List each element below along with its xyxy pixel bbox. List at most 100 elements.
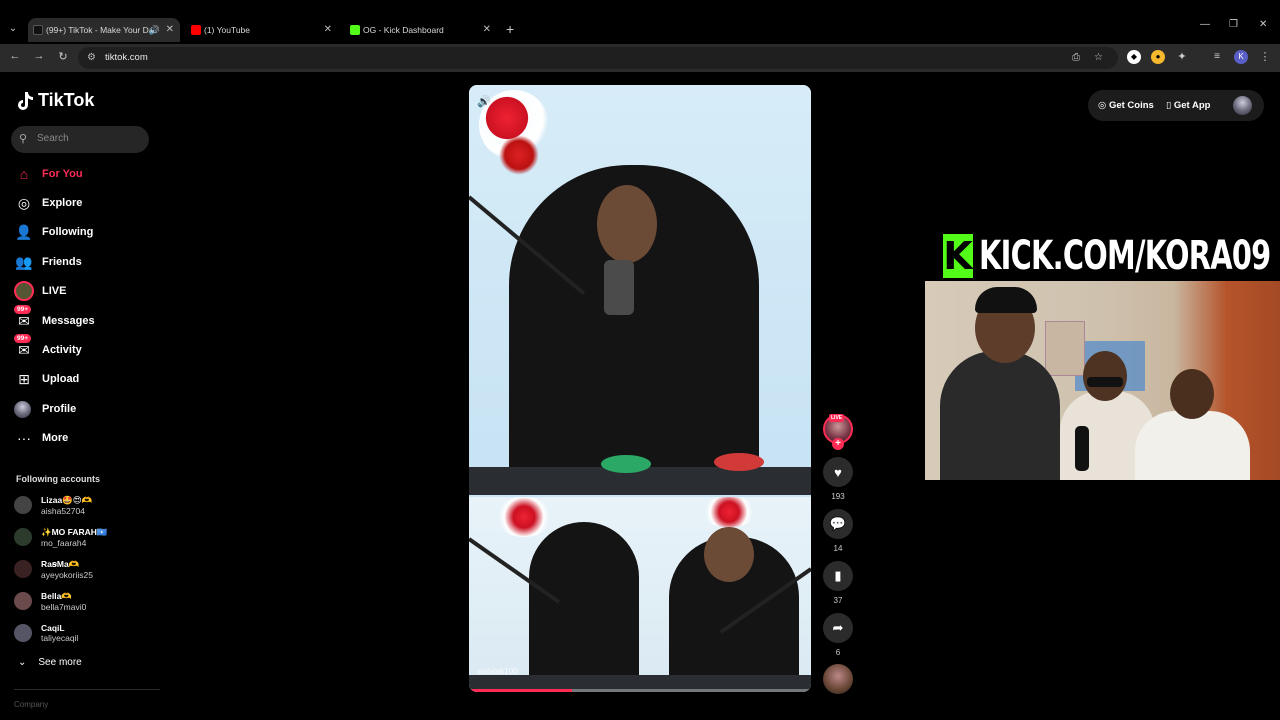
new-tab-button[interactable]: + [506,20,514,38]
close-tab-icon[interactable]: ✕ [483,18,491,42]
extension-coin-icon[interactable]: ● [1151,50,1165,64]
nav-friends[interactable]: 👥 Friends [14,251,81,273]
tiktok-note-icon [18,91,33,110]
address-bar[interactable]: ⚙ tiktok.com ⎙ ☆ [78,47,1118,69]
flower-decoration [699,497,759,527]
save-action[interactable]: ▮ 37 [823,561,853,605]
tab-label: (1) YouTube [204,25,250,35]
nav-activity[interactable]: ✉ 99+ Activity [14,334,82,361]
minimize-icon[interactable]: — [1200,19,1210,30]
nav-upload[interactable]: ⊞ Upload [14,368,79,390]
company-link[interactable]: Company [14,700,48,709]
guest-face [704,527,754,582]
account-name: CaqiL [41,623,65,633]
friends-icon: 👥 [15,253,33,270]
video-player[interactable]: 🔊 watalak100 [469,85,811,692]
close-tab-icon[interactable]: ✕ [324,18,332,42]
account-name: RaꞩMa🫶 [41,558,80,569]
shelf [1045,321,1085,376]
account-name: Lizaa🤩😍🫶 [41,494,93,505]
tiktok-logo[interactable]: TikTok [16,90,94,111]
nav-profile[interactable]: Profile [14,398,76,420]
get-app-label: Get App [1173,100,1211,111]
microphone [1075,426,1089,471]
comment-action[interactable]: 💬 14 [823,509,853,553]
kick-url-text: KICK.COM/KORA09 [979,233,1271,279]
account-name: ✨MO FARAH🇸🇴 [41,526,108,537]
share-action[interactable]: ➦ 6 [823,613,853,657]
restore-icon[interactable]: ❐ [1229,19,1238,30]
tab-youtube[interactable]: (1) YouTube ✕ [186,18,338,42]
account-avatar [14,528,32,546]
top-right-actions: ◎ Get Coins ▯ Get App [1088,90,1264,121]
live-badge: LIVE [829,414,845,422]
video-progress-bar[interactable] [469,689,811,692]
extensions-puzzle-icon[interactable]: ✦ [1175,50,1189,64]
browser-menu-icon[interactable]: ⋮ [1258,50,1272,64]
following-account[interactable]: CaqiL taliyecaqil [14,620,78,646]
home-icon: ⌂ [19,166,29,182]
nav-label: Following [42,226,94,238]
notification-badge: 99+ [14,305,32,314]
tab-label: OG - Kick Dashboard [363,25,444,35]
following-account[interactable]: Bella🫶 bella7mavi0 [14,588,86,614]
flower-decoration [499,135,539,175]
nav-live[interactable]: LIVE [14,280,66,302]
volume-icon[interactable]: 🔊 [477,95,491,108]
music-creator-avatar[interactable] [823,664,853,694]
back-icon[interactable]: ← [7,50,23,62]
account-handle: aisha52704 [41,505,85,516]
presenter-face [597,185,657,263]
reload-icon[interactable]: ↻ [55,50,71,63]
kick-logo-icon: K [943,234,973,278]
nav-messages[interactable]: ✉ 99+ Messages [14,305,95,332]
get-app-button[interactable]: ▯ Get App [1166,100,1210,111]
url-text[interactable]: tiktok.com [105,52,148,63]
site-info-icon[interactable]: ⚙ [87,52,96,63]
follow-plus-button[interactable]: + [832,438,844,450]
nav-following[interactable]: 👤 Following [14,221,93,243]
forward-icon[interactable]: → [31,50,47,62]
get-coins-button[interactable]: ◎ Get Coins [1098,100,1154,111]
account-handle: bella7mavi0 [41,601,87,612]
user-avatar[interactable] [1233,96,1252,115]
media-controls-icon[interactable]: ≡ [1210,50,1224,64]
account-avatar [14,496,32,514]
guest-face [1083,351,1127,401]
following-account[interactable]: Lizaa🤩😍🫶 aisha52704 [14,492,92,518]
browser-tab-strip: ⌄ (99+) TikTok - Make Your Da 🔊 ✕ (1) Yo… [0,16,1280,42]
install-app-icon[interactable]: ⎙ [1072,52,1080,63]
kick-banner: K KICK.COM/KORA09 [943,232,1280,280]
tab-kick[interactable]: OG - Kick Dashboard ✕ [345,18,497,42]
compass-icon: ◎ [17,194,31,211]
heart-icon[interactable]: ♥ [823,457,853,487]
comment-icon[interactable]: 💬 [823,509,853,539]
video-username[interactable]: watalak100 [477,667,517,676]
following-account[interactable]: RaꞩMa🫶 ayeyokoriis25 [14,556,93,582]
video-frame-top [469,85,811,495]
tab-search-button[interactable]: ⌄ [4,20,22,38]
share-icon[interactable]: ➦ [823,613,853,643]
extension-diamond-icon[interactable]: ◆ [1127,50,1141,64]
see-more-button[interactable]: ⌄ See more [18,657,82,668]
upload-icon: ⊞ [18,370,30,387]
tab-tiktok[interactable]: (99+) TikTok - Make Your Da 🔊 ✕ [28,18,180,42]
search-input[interactable]: ⚲ Search [11,126,149,153]
close-tab-icon[interactable]: ✕ [166,18,174,42]
profile-avatar[interactable]: K [1234,50,1248,64]
video-frame-bottom [469,497,811,692]
like-action[interactable]: ♥ 193 [823,457,853,501]
nav-more[interactable]: ··· More [14,427,68,449]
tab-label: (99+) TikTok - Make Your Da [46,25,154,35]
speaker-icon[interactable]: 🔊 [149,18,160,42]
nav-label: LIVE [42,285,67,297]
account-avatar [14,560,32,578]
bookmark-star-icon[interactable]: ☆ [1094,52,1103,63]
sidebar-divider [14,689,160,690]
close-window-icon[interactable]: ✕ [1259,19,1267,30]
bookmark-icon[interactable]: ▮ [823,561,853,591]
nav-explore[interactable]: ◎ Explore [14,192,82,214]
nav-for-you[interactable]: ⌂ For You [14,163,83,185]
streamer-webcam [925,281,1280,480]
following-account[interactable]: ✨MO FARAH🇸🇴 mo_faarah4 [14,524,108,550]
